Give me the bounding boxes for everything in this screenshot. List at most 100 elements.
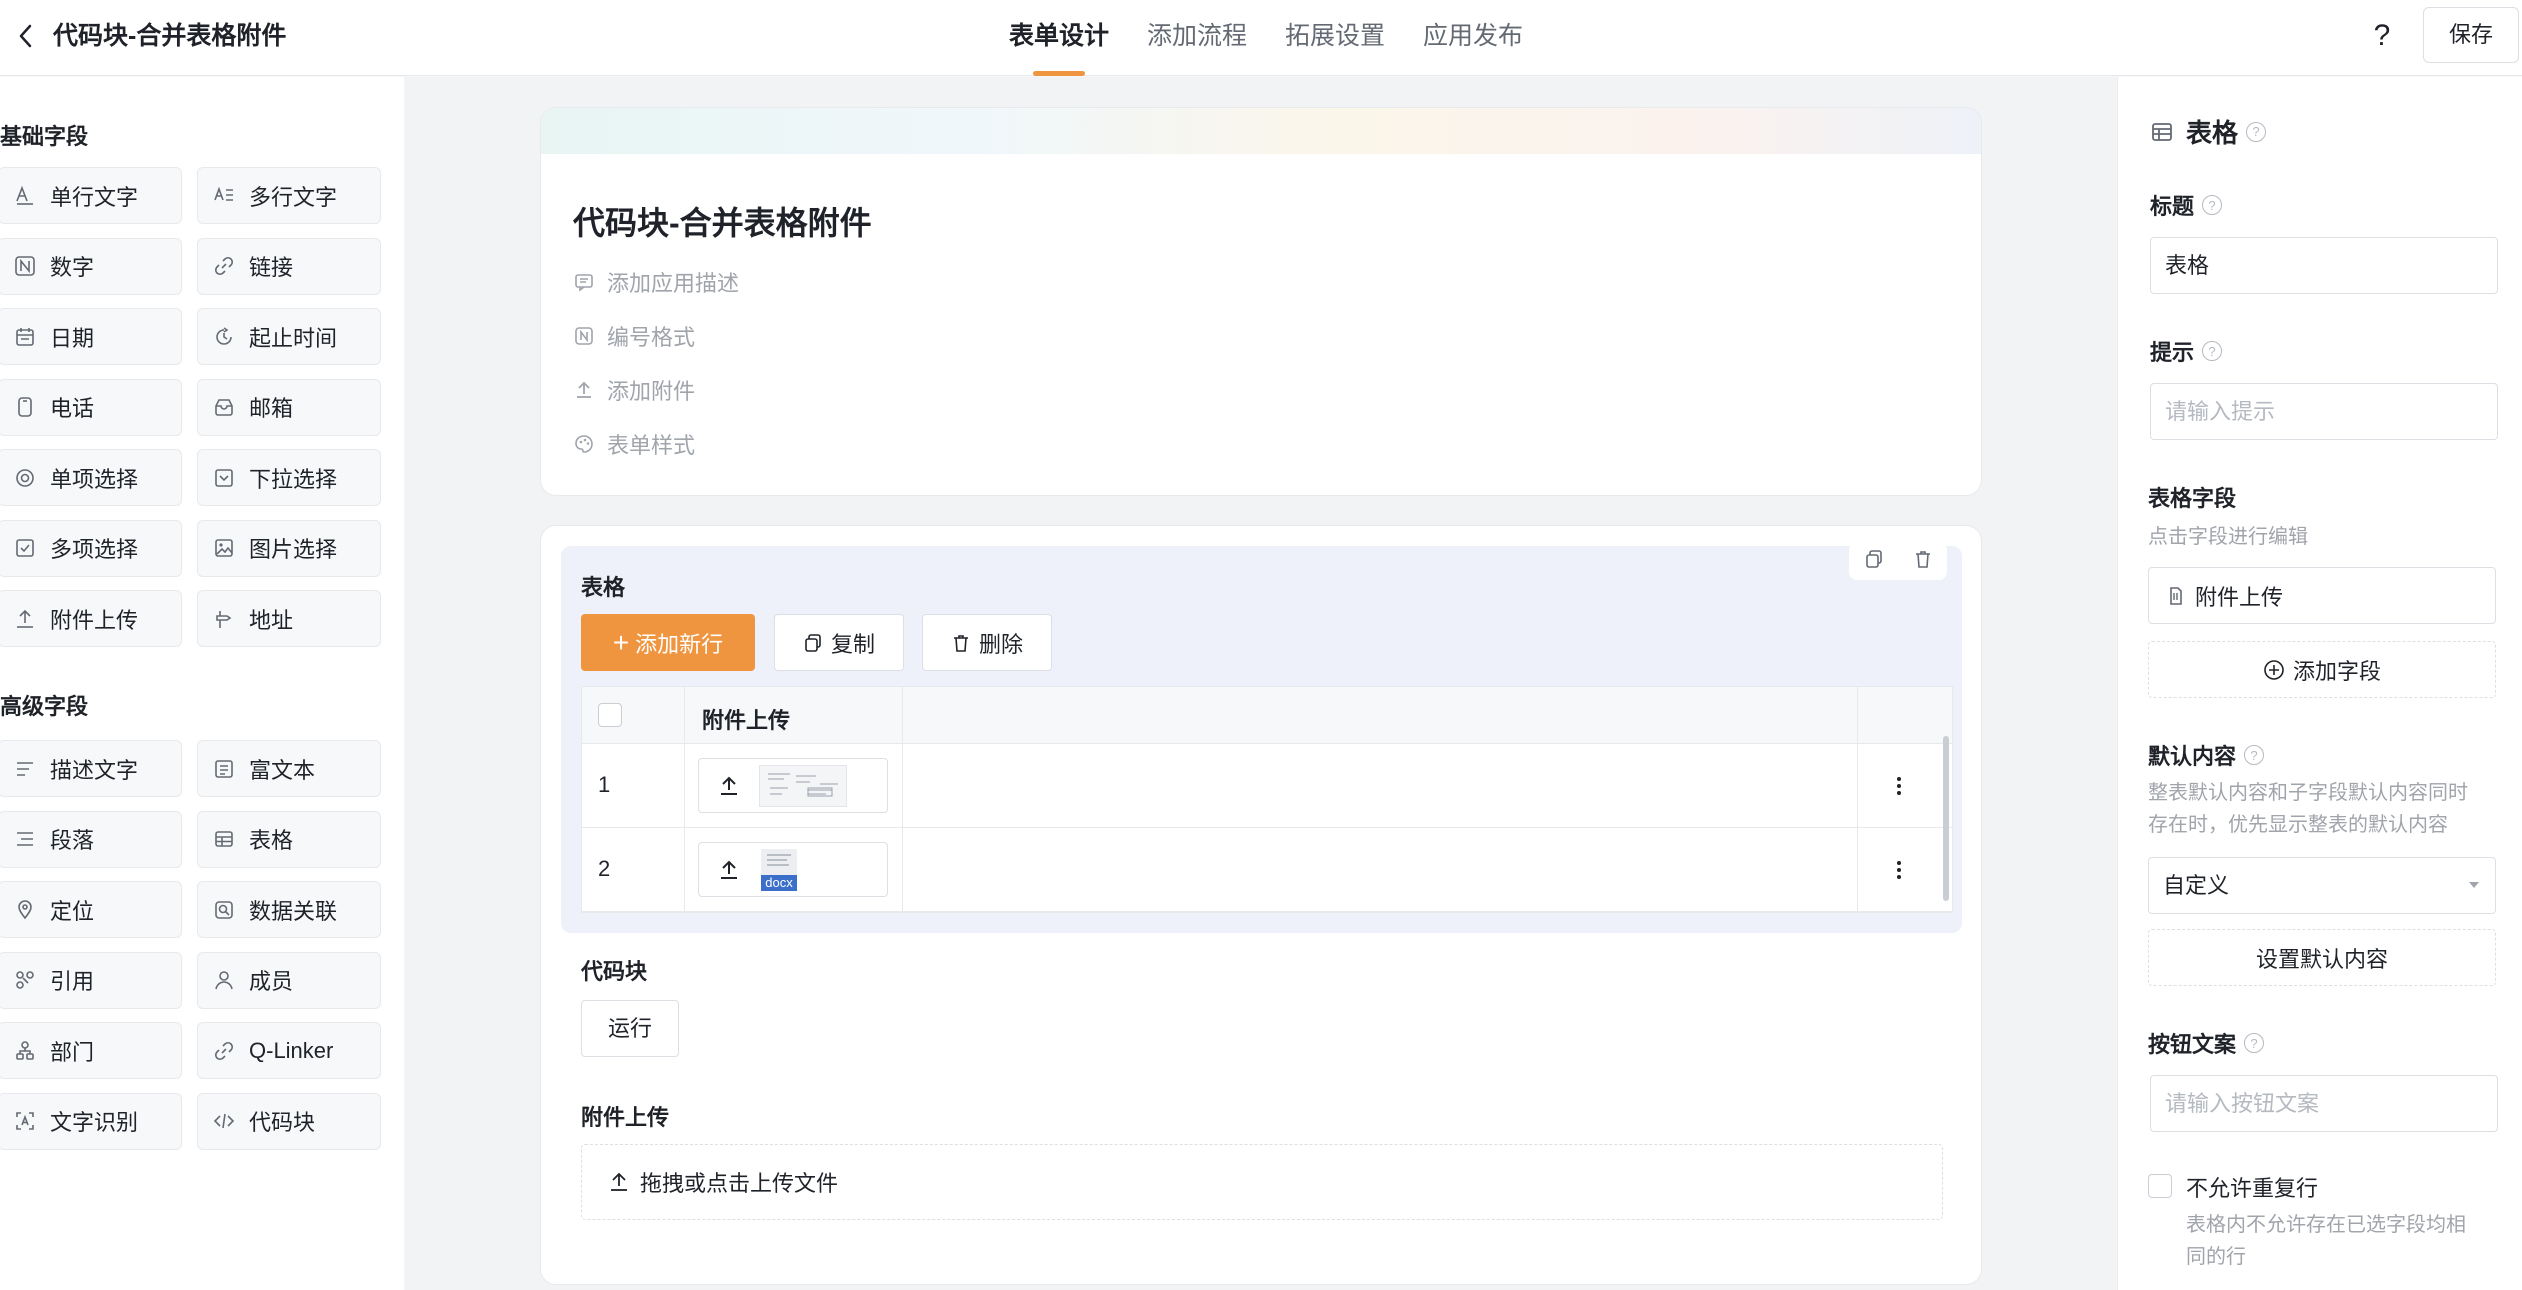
hint-input[interactable]: 请输入提示 xyxy=(2150,383,2498,440)
add-description-label: 添加应用描述 xyxy=(607,271,740,296)
field-type-radio[interactable]: 单项选择 xyxy=(0,449,182,506)
field-type-upload[interactable]: 附件上传 xyxy=(0,590,182,647)
field-type-member[interactable]: 成员 xyxy=(197,951,381,1009)
info-icon[interactable]: ? xyxy=(2202,195,2223,215)
column-divider xyxy=(1857,687,1858,912)
default-content-select[interactable]: 自定义 xyxy=(2148,857,2496,914)
form-style-link[interactable]: 表单样式 xyxy=(573,428,695,460)
save-button[interactable]: 保存 xyxy=(2423,7,2519,63)
back-arrow-icon[interactable] xyxy=(8,18,44,54)
field-type-table[interactable]: 表格 xyxy=(197,810,381,868)
field-actions xyxy=(1849,542,1947,580)
no-duplicate-rows-label[interactable]: 不允许重复行 xyxy=(2186,1171,2318,1203)
attachment-cell[interactable]: docx xyxy=(698,842,888,897)
field-type-label: 附件上传 xyxy=(50,607,139,633)
table-field-block[interactable]: 表格 + 添加新行 复制 删除 附件上传 1 2 docx xyxy=(561,542,1962,933)
copy-rows-button[interactable]: 复制 xyxy=(774,614,904,671)
form-style-label: 表单样式 xyxy=(607,433,696,458)
field-type-rich-text[interactable]: 富文本 xyxy=(197,740,381,797)
add-row-button[interactable]: + 添加新行 xyxy=(581,614,755,671)
field-type-q-linker[interactable]: Q-Linker xyxy=(197,1022,381,1079)
add-field-button[interactable]: 添加字段 xyxy=(2148,641,2496,698)
field-type-data-link[interactable]: 数据关联 xyxy=(197,881,381,938)
field-type-single-line-text[interactable]: 单行文字 xyxy=(0,167,182,224)
tab-app-publish[interactable]: 应用发布 xyxy=(1404,0,1542,76)
field-type-department[interactable]: 部门 xyxy=(0,1022,182,1079)
info-icon[interactable]: ? xyxy=(2246,121,2267,142)
field-type-checkbox[interactable]: 多项选择 xyxy=(0,519,182,577)
field-type-link[interactable]: 链接 xyxy=(197,237,381,295)
info-icon[interactable]: ? xyxy=(2202,341,2223,361)
field-type-number[interactable]: 数字 xyxy=(0,237,182,295)
upload-icon xyxy=(573,379,595,401)
attachment-cell[interactable] xyxy=(698,758,888,813)
field-type-dropdown[interactable]: 下拉选择 xyxy=(197,449,381,506)
default-content-select-value: 自定义 xyxy=(2163,873,2230,898)
field-type-time-range[interactable]: 起止时间 xyxy=(197,308,381,365)
form-title[interactable]: 代码块-合并表格附件 xyxy=(573,198,872,244)
column-divider xyxy=(902,687,903,912)
number-format-link[interactable]: 编号格式 xyxy=(573,320,695,352)
field-type-code[interactable]: 代码块 xyxy=(197,1092,381,1150)
select-all-checkbox[interactable] xyxy=(598,703,622,727)
title-label-text: 标题 xyxy=(2150,194,2195,219)
field-type-address[interactable]: 地址 xyxy=(197,590,381,647)
add-attachment-link[interactable]: 添加附件 xyxy=(573,374,695,406)
row-more-icon[interactable] xyxy=(1887,858,1911,882)
info-icon[interactable]: ? xyxy=(2244,1033,2265,1053)
delete-field-icon[interactable] xyxy=(1913,549,1933,574)
upload-drop-zone[interactable]: 拖拽或点击上传文件 xyxy=(581,1144,1943,1220)
copy-field-icon[interactable] xyxy=(1864,549,1884,574)
delete-rows-button[interactable]: 删除 xyxy=(922,614,1052,671)
comment-icon xyxy=(573,271,595,293)
docx-thumbnail[interactable]: docx xyxy=(761,849,797,891)
image-thumbnail[interactable] xyxy=(759,765,847,807)
field-type-paragraph[interactable]: 段落 xyxy=(0,810,182,868)
field-type-multi-line-text[interactable]: 多行文字 xyxy=(197,167,381,224)
field-type-label: 描述文字 xyxy=(50,757,139,783)
field-type-mailbox[interactable]: 邮箱 xyxy=(197,378,381,436)
field-type-label: 单项选择 xyxy=(50,466,139,492)
attachment-upload-label: 附件上传 xyxy=(581,1105,670,1130)
link-icon xyxy=(213,255,235,277)
tab-extension-settings[interactable]: 拓展设置 xyxy=(1266,0,1404,76)
table-field-item-label: 附件上传 xyxy=(2195,584,2284,610)
upload-icon xyxy=(721,860,737,879)
table-row[interactable]: 2 docx xyxy=(582,828,1952,912)
table-scrollbar[interactable] xyxy=(1943,736,1949,901)
row-index: 1 xyxy=(598,772,611,797)
run-button[interactable]: 运行 xyxy=(581,1000,679,1057)
panel-header: 表格 ? xyxy=(2150,113,2267,150)
field-type-image[interactable]: 图片选择 xyxy=(197,519,381,577)
field-type-label: 数据关联 xyxy=(249,898,338,924)
field-type-reference[interactable]: 引用 xyxy=(0,951,182,1009)
field-type-description[interactable]: 描述文字 xyxy=(0,740,182,797)
table-row[interactable]: 1 xyxy=(582,744,1952,828)
hint-label: 提示? xyxy=(2150,335,2223,367)
field-type-label: 下拉选择 xyxy=(249,466,338,492)
title-input[interactable]: 表格 xyxy=(2150,237,2498,294)
info-icon[interactable]: ? xyxy=(2244,745,2265,765)
field-type-phone[interactable]: 电话 xyxy=(0,378,182,436)
field-type-label: 表格 xyxy=(249,828,294,853)
button-text-input[interactable]: 请输入按钮文案 xyxy=(2150,1075,2498,1132)
table-header-row: 附件上传 xyxy=(582,687,1952,744)
field-type-location[interactable]: 定位 xyxy=(0,881,182,938)
tab-form-design[interactable]: 表单设计 xyxy=(990,0,1128,76)
field-type-label: 富文本 xyxy=(249,757,316,783)
calendar-icon xyxy=(14,326,36,348)
row-more-icon[interactable] xyxy=(1887,774,1911,798)
no-duplicate-rows-checkbox[interactable] xyxy=(2148,1174,2172,1198)
form-body-card: 表格 + 添加新行 复制 删除 附件上传 1 2 docx 代码块 运行 附件上… xyxy=(540,525,1982,1285)
tab-add-workflow[interactable]: 添加流程 xyxy=(1128,0,1266,76)
field-type-calendar[interactable]: 日期 xyxy=(0,308,182,365)
field-type-ocr[interactable]: 文字识别 xyxy=(0,1092,182,1150)
add-description-link[interactable]: 添加应用描述 xyxy=(573,266,739,298)
default-content-desc-1: 整表默认内容和子字段默认内容同时 xyxy=(2148,782,2468,804)
set-default-button[interactable]: 设置默认内容 xyxy=(2148,929,2496,986)
help-icon[interactable]: ? xyxy=(2364,18,2400,54)
location-icon xyxy=(14,899,36,921)
table-field-item[interactable]: 附件上传 xyxy=(2148,567,2496,624)
top-bar: 代码块-合并表格附件 表单设计 添加流程 拓展设置 应用发布 ? 保存 xyxy=(0,0,2522,76)
default-content-label-text: 默认内容 xyxy=(2148,744,2237,769)
